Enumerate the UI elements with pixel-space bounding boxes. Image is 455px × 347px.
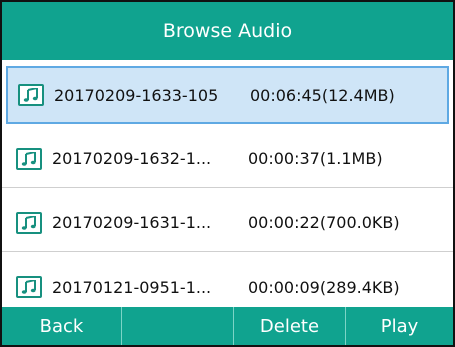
- delete-label: Delete: [259, 315, 320, 337]
- audio-file-row[interactable]: 20170209-1633-105 00:06:45(12.4MB): [6, 66, 449, 124]
- file-name: 20170209-1632-1...: [52, 149, 212, 168]
- back-softkey[interactable]: Back: [2, 307, 122, 345]
- page-title: Browse Audio: [162, 20, 293, 42]
- music-note-icon: [16, 211, 42, 234]
- audio-file-list: 20170209-1633-105 00:06:45(12.4MB) 20170…: [2, 66, 453, 316]
- file-duration-size: 00:00:09(289.4KB): [248, 277, 400, 297]
- softkey-bar: Back Delete Play: [2, 307, 453, 345]
- file-duration-size: 00:00:22(700.0KB): [248, 213, 400, 232]
- file-duration-size: 00:00:37(1.1MB): [248, 149, 383, 168]
- file-name: 20170209-1633-105: [54, 85, 219, 105]
- title-bar: Browse Audio: [2, 2, 453, 60]
- file-duration-size: 00:06:45(12.4MB): [250, 85, 395, 105]
- back-label: Back: [39, 315, 84, 337]
- delete-softkey[interactable]: Delete: [234, 307, 346, 345]
- play-softkey[interactable]: Play: [346, 307, 453, 345]
- music-note-icon: [18, 84, 44, 106]
- music-note-icon: [16, 276, 42, 298]
- audio-file-row[interactable]: 20170209-1632-1... 00:00:37(1.1MB): [2, 130, 453, 188]
- phone-screen: Browse Audio 20170209-1633-105 00:06:45(…: [0, 0, 455, 347]
- music-note-icon: [16, 147, 42, 170]
- file-name: 20170121-0951-1...: [52, 277, 212, 297]
- empty-softkey[interactable]: [122, 307, 234, 345]
- file-name: 20170209-1631-1...: [52, 213, 212, 232]
- play-label: Play: [380, 315, 419, 337]
- audio-file-row[interactable]: 20170209-1631-1... 00:00:22(700.0KB): [2, 194, 453, 252]
